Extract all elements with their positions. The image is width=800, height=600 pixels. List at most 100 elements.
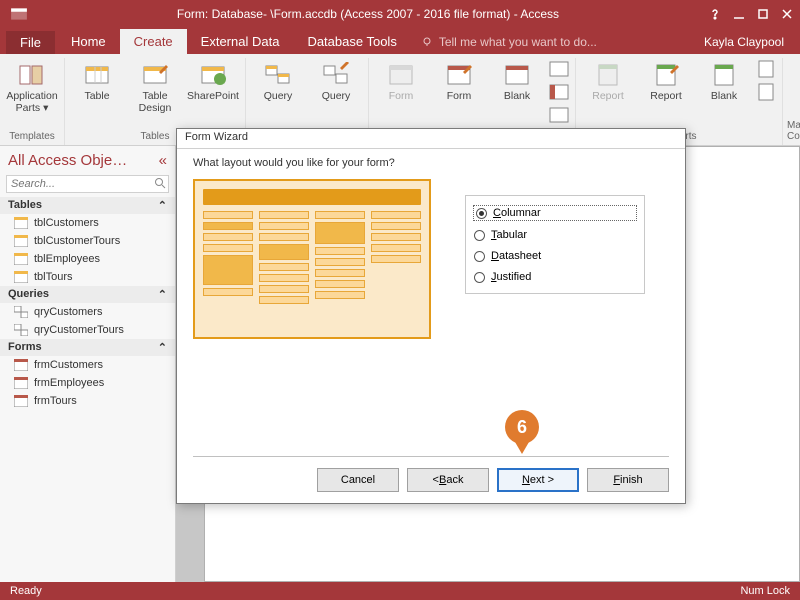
tab-external-data[interactable]: External Data <box>187 29 294 54</box>
report-icon <box>593 61 623 89</box>
user-name[interactable]: Kayla Claypool <box>694 30 794 54</box>
status-bar: Ready Num Lock <box>0 582 800 600</box>
form-icon <box>14 359 28 371</box>
nav-item-qrycustomers[interactable]: qryCustomers <box>0 303 175 321</box>
table-icon <box>14 235 28 247</box>
dialog-title: Form Wizard <box>177 129 685 149</box>
query-design-button[interactable]: Query <box>308 58 364 106</box>
nav-group-forms[interactable]: Forms <box>8 341 42 354</box>
next-button[interactable]: Next > <box>497 468 579 492</box>
form-button[interactable]: Form <box>373 58 429 106</box>
title-bar: Form: Database- \Form.accdb (Access 2007… <box>0 0 800 28</box>
lightbulb-icon <box>421 36 433 48</box>
dialog-question: What layout would you like for your form… <box>193 157 669 169</box>
nav-search[interactable] <box>6 175 169 193</box>
table-button[interactable]: Table <box>69 58 125 106</box>
cancel-button[interactable]: Cancel <box>317 468 399 492</box>
nav-item-tblcustomertours[interactable]: tblCustomerTours <box>0 232 175 250</box>
form-icon <box>386 61 416 89</box>
blank-form-button[interactable]: Blank <box>489 58 545 106</box>
query-icon <box>14 324 28 336</box>
form-wizard-small-button[interactable] <box>547 58 571 80</box>
radio-icon <box>474 230 485 241</box>
radio-icon <box>474 272 485 283</box>
more-forms-small-button[interactable] <box>547 104 571 126</box>
status-right: Num Lock <box>740 585 790 597</box>
nav-item-frmtours[interactable]: frmTours <box>0 392 175 410</box>
help-icon[interactable] <box>708 7 722 21</box>
nav-group-queries[interactable]: Queries <box>8 288 49 301</box>
navigation-pane: All Access Obje… « Tables⌃ tblCustomers … <box>0 146 176 582</box>
labels-small-button[interactable] <box>754 81 778 103</box>
blank-report-button[interactable]: Blank <box>696 58 752 106</box>
restore-button[interactable] <box>756 7 770 21</box>
nav-item-qrycustomertours[interactable]: qryCustomerTours <box>0 321 175 339</box>
radio-datasheet[interactable]: Datasheet <box>474 250 636 262</box>
table-icon <box>14 271 28 283</box>
query-wizard-icon <box>263 61 293 89</box>
dialog-buttons: Cancel < Back Next > Finish <box>177 457 685 503</box>
application-parts-icon <box>17 61 47 89</box>
nav-item-tbltours[interactable]: tblTours <box>0 268 175 286</box>
tab-create[interactable]: Create <box>120 29 187 54</box>
blank-report-icon <box>709 61 739 89</box>
window-title: Form: Database- \Form.accdb (Access 2007… <box>28 7 708 21</box>
tab-home[interactable]: Home <box>57 29 120 54</box>
nav-item-tblemployees[interactable]: tblEmployees <box>0 250 175 268</box>
sharepoint-icon <box>198 61 228 89</box>
ribbon-group-label: Macros & Code <box>787 120 800 145</box>
form-design-icon <box>444 61 474 89</box>
table-design-button[interactable]: Table Design <box>127 58 183 117</box>
ribbon-group-label: Tables <box>141 131 170 145</box>
layout-options: Columnar Tabular Datasheet Justified <box>465 195 645 294</box>
macro-button[interactable]: Macro <box>787 58 800 106</box>
minimize-button[interactable] <box>732 7 746 21</box>
system-menu-icon[interactable] <box>10 5 28 23</box>
nav-item-tblcustomers[interactable]: tblCustomers <box>0 214 175 232</box>
report-design-button[interactable]: Report <box>638 58 694 106</box>
radio-tabular[interactable]: Tabular <box>474 229 636 241</box>
collapse-icon[interactable]: ⌃ <box>158 288 167 301</box>
table-icon <box>14 253 28 265</box>
ribbon-group-macros: Macro Macros & Code <box>783 58 800 145</box>
radio-columnar[interactable]: Columnar <box>474 206 636 220</box>
back-button[interactable]: < Back <box>407 468 489 492</box>
tell-me-box[interactable]: Tell me what you want to do... <box>411 30 607 54</box>
close-button[interactable] <box>780 7 794 21</box>
radio-icon <box>474 251 485 262</box>
application-parts-label: Application Parts ▾ <box>4 91 60 114</box>
form-wizard-dialog: Form Wizard What layout would you like f… <box>176 128 686 504</box>
ribbon-tabstrip: File Home Create External Data Database … <box>0 28 800 54</box>
application-parts-button[interactable]: Application Parts ▾ <box>4 58 60 117</box>
tell-me-placeholder: Tell me what you want to do... <box>439 35 597 49</box>
finish-button[interactable]: Finish <box>587 468 669 492</box>
form-icon <box>14 395 28 407</box>
report-wizard-small-button[interactable] <box>754 58 778 80</box>
collapse-icon[interactable]: ⌃ <box>158 199 167 212</box>
sharepoint-lists-button[interactable]: SharePoint <box>185 58 241 106</box>
query-wizard-button[interactable]: Query <box>250 58 306 106</box>
tab-database-tools[interactable]: Database Tools <box>293 29 410 54</box>
nav-group-tables[interactable]: Tables <box>8 199 42 212</box>
nav-item-frmcustomers[interactable]: frmCustomers <box>0 356 175 374</box>
nav-item-frmemployees[interactable]: frmEmployees <box>0 374 175 392</box>
radio-icon <box>476 208 487 219</box>
form-design-button[interactable]: Form <box>431 58 487 106</box>
form-icon <box>14 377 28 389</box>
tab-file[interactable]: File <box>6 31 55 54</box>
search-icon[interactable] <box>154 177 166 192</box>
collapse-icon[interactable]: ⌃ <box>158 341 167 354</box>
nav-title[interactable]: All Access Obje… <box>8 152 127 169</box>
ribbon-group-label: Templates <box>9 131 55 145</box>
status-left: Ready <box>10 585 42 597</box>
table-design-icon <box>140 61 170 89</box>
nav-collapse-icon[interactable]: « <box>159 152 167 169</box>
report-button[interactable]: Report <box>580 58 636 106</box>
radio-justified[interactable]: Justified <box>474 271 636 283</box>
navigation-small-button[interactable] <box>547 81 571 103</box>
layout-preview <box>193 179 431 339</box>
table-icon <box>82 61 112 89</box>
search-input[interactable] <box>6 175 169 193</box>
table-icon <box>14 217 28 229</box>
ribbon-group-templates: Application Parts ▾ Templates <box>0 58 65 145</box>
